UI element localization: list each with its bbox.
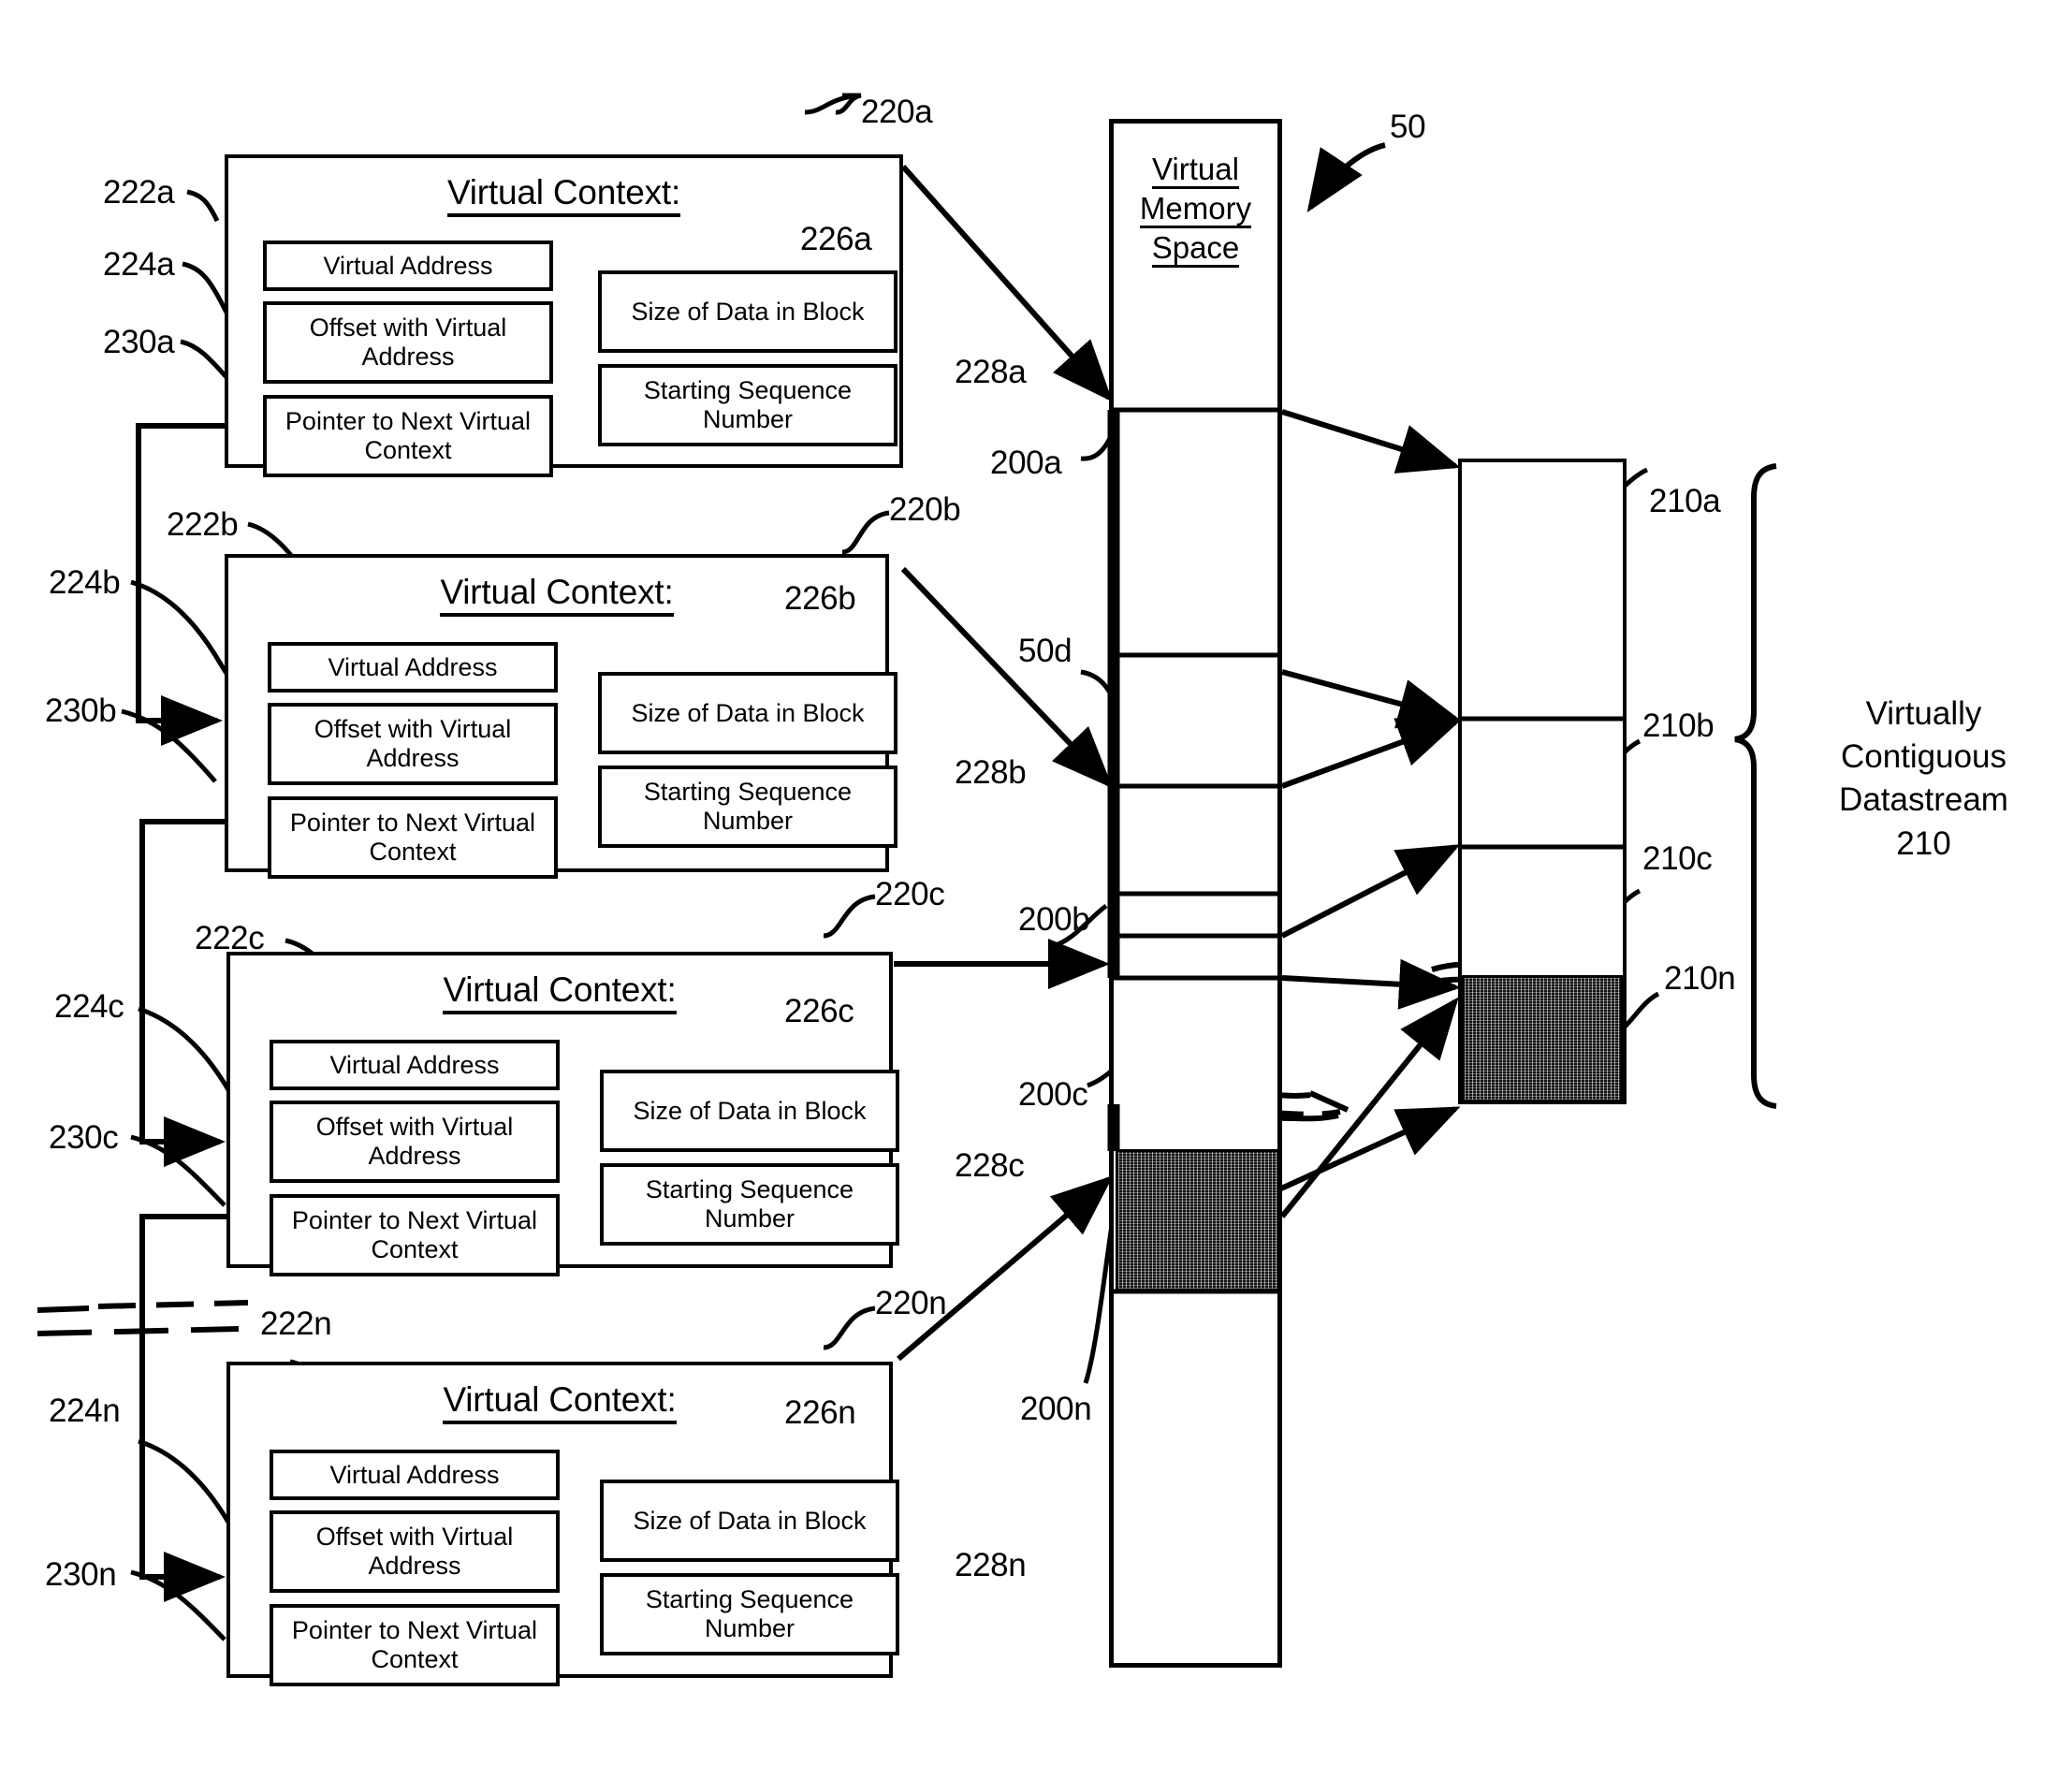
ref-200a: 200a bbox=[990, 445, 1062, 481]
field-virtual-address-c[interactable]: Virtual Address bbox=[270, 1040, 560, 1090]
ref-210a: 210a bbox=[1649, 483, 1721, 519]
ref-222c: 222c bbox=[195, 920, 265, 956]
ref-230n: 230n bbox=[45, 1556, 117, 1593]
ref-200b: 200b bbox=[1018, 901, 1090, 938]
ref-50d: 50d bbox=[1018, 633, 1072, 669]
ref-222a: 222a bbox=[103, 174, 175, 211]
ref-210c: 210c bbox=[1642, 840, 1713, 877]
field-virtual-address-a[interactable]: Virtual Address bbox=[263, 241, 553, 291]
field-starting-sequence-number-b[interactable]: Starting Sequence Number bbox=[598, 766, 897, 848]
field-offset-with-virtual-address-b[interactable]: Offset with Virtual Address bbox=[268, 703, 558, 785]
field-pointer-to-next-virtual-context-c[interactable]: Pointer to Next Virtual Context bbox=[270, 1194, 560, 1276]
ref-210n: 210n bbox=[1664, 960, 1736, 997]
ref-228b: 228b bbox=[955, 754, 1027, 791]
ref-230a: 230a bbox=[103, 324, 175, 360]
virtual-memory-space-heading: Virtual Memory Space bbox=[1114, 150, 1277, 269]
virtually-contiguous-datastream-label: Virtually Contiguous Datastream 210 bbox=[1839, 695, 2008, 862]
field-offset-with-virtual-address-c[interactable]: Offset with Virtual Address bbox=[270, 1101, 560, 1183]
ref-220c: 220c bbox=[875, 876, 945, 912]
field-size-of-data-in-block-n[interactable]: Size of Data in Block bbox=[600, 1480, 899, 1562]
field-pointer-to-next-virtual-context-b[interactable]: Pointer to Next Virtual Context bbox=[268, 796, 558, 879]
ref-226n: 226n bbox=[784, 1394, 856, 1431]
datastream-hatched-segment-210n bbox=[1462, 975, 1623, 1102]
field-size-of-data-in-block-b[interactable]: Size of Data in Block bbox=[598, 672, 897, 754]
ref-224n: 224n bbox=[49, 1393, 121, 1429]
field-starting-sequence-number-n[interactable]: Starting Sequence Number bbox=[600, 1573, 899, 1655]
ref-220b: 220b bbox=[889, 491, 961, 528]
virtual-context-title-a: Virtual Context: bbox=[228, 173, 899, 217]
ref-226c: 226c bbox=[784, 993, 854, 1029]
ref-226a: 226a bbox=[800, 221, 872, 257]
virtual-context-card-a[interactable]: Virtual Context: Virtual Address Offset … bbox=[225, 154, 903, 477]
field-size-of-data-in-block-c[interactable]: Size of Data in Block bbox=[600, 1070, 899, 1152]
ref-220n: 220n bbox=[875, 1285, 947, 1321]
ref-224b: 224b bbox=[49, 564, 121, 601]
memory-hatched-block-200n bbox=[1116, 1149, 1280, 1291]
field-virtual-address-n[interactable]: Virtual Address bbox=[270, 1450, 560, 1500]
ref-228c: 228c bbox=[955, 1147, 1025, 1184]
field-size-of-data-in-block-a[interactable]: Size of Data in Block bbox=[598, 270, 897, 353]
ref-222n: 222n bbox=[260, 1305, 332, 1342]
patent-figure-canvas: Virtual Context: Virtual Address Offset … bbox=[0, 0, 2072, 1779]
field-offset-with-virtual-address-a[interactable]: Offset with Virtual Address bbox=[263, 301, 553, 384]
field-starting-sequence-number-c[interactable]: Starting Sequence Number bbox=[600, 1163, 899, 1246]
ref-224a: 224a bbox=[103, 246, 175, 283]
field-offset-with-virtual-address-n[interactable]: Offset with Virtual Address bbox=[270, 1510, 560, 1593]
ref-220a: 220a bbox=[861, 94, 933, 130]
ref-222b: 222b bbox=[167, 506, 239, 543]
field-virtual-address-b[interactable]: Virtual Address bbox=[268, 642, 558, 693]
ref-224c: 224c bbox=[54, 988, 124, 1025]
virtual-memory-space-column[interactable]: Virtual Memory Space bbox=[1109, 119, 1282, 1668]
ref-230c: 230c bbox=[49, 1119, 119, 1156]
ref-200n: 200n bbox=[1020, 1391, 1092, 1427]
field-pointer-to-next-virtual-context-n[interactable]: Pointer to Next Virtual Context bbox=[270, 1604, 560, 1686]
ref-210b: 210b bbox=[1642, 707, 1715, 744]
ref-50: 50 bbox=[1390, 109, 1426, 145]
field-pointer-to-next-virtual-context-a[interactable]: Pointer to Next Virtual Context bbox=[263, 395, 553, 477]
field-starting-sequence-number-a[interactable]: Starting Sequence Number bbox=[598, 364, 897, 446]
ref-228a: 228a bbox=[955, 354, 1027, 390]
ref-226b: 226b bbox=[784, 580, 856, 617]
ref-230b: 230b bbox=[45, 693, 117, 729]
ref-200c: 200c bbox=[1018, 1076, 1088, 1113]
ref-228n: 228n bbox=[955, 1547, 1027, 1583]
